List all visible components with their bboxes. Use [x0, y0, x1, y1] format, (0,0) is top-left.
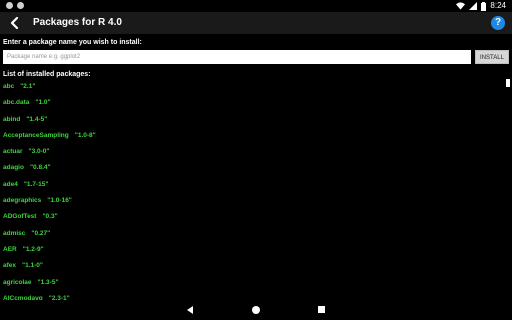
- package-name: adagio: [3, 164, 24, 172]
- package-name: afex: [3, 262, 17, 270]
- package-name: adegraphics: [3, 197, 42, 205]
- package-version: "1.4-5": [26, 115, 48, 123]
- settings-notification-icon: [6, 2, 13, 9]
- package-name: actuar: [3, 148, 23, 156]
- cellular-signal-icon: [469, 2, 478, 10]
- page-title: Packages for R 4.0: [33, 17, 122, 28]
- package-version: "1.0-8": [74, 131, 96, 139]
- package-version: "1.3-5": [37, 278, 59, 286]
- package-name: abind: [3, 115, 21, 123]
- list-item[interactable]: afex "1.1-0": [3, 258, 503, 274]
- package-name-input[interactable]: Package name e.g. ggplot2: [3, 50, 471, 64]
- package-version: "1.1-0": [22, 262, 43, 270]
- installed-packages-header: List of installed packages:: [3, 71, 91, 78]
- package-version: "0.3": [42, 213, 58, 221]
- list-item[interactable]: ade4 "1.7-15": [3, 177, 503, 193]
- package-name: abc: [3, 83, 15, 90]
- list-item[interactable]: abc "2.1": [3, 79, 503, 95]
- package-version: "2.1": [20, 83, 36, 90]
- package-name: AcceptanceSampling: [3, 131, 69, 139]
- app-notification-icon: [17, 2, 24, 9]
- nav-home-icon[interactable]: [252, 306, 260, 314]
- scrollbar-thumb[interactable]: [506, 79, 510, 87]
- back-arrow-icon[interactable]: [7, 15, 23, 31]
- status-icons-left: [6, 2, 24, 9]
- wifi-icon: [456, 2, 466, 10]
- nav-back-icon[interactable]: [186, 306, 194, 314]
- package-version: "0.8.4": [29, 164, 51, 172]
- list-item[interactable]: adagio "0.8.4": [3, 160, 503, 176]
- list-item[interactable]: actuar "3.0-0": [3, 144, 503, 160]
- status-bar: 8:24: [0, 0, 512, 12]
- list-item[interactable]: ADGofTest "0.3": [3, 209, 503, 225]
- package-name: ade4: [3, 180, 18, 188]
- install-prompt-label: Enter a package name you wish to install…: [3, 39, 142, 46]
- list-item[interactable]: abc.data "1.0": [3, 95, 503, 111]
- list-item[interactable]: abind "1.4-5": [3, 112, 503, 128]
- status-time: 8:24: [490, 1, 506, 10]
- list-item[interactable]: AER "1.2-9": [3, 242, 503, 258]
- package-name: abc.data: [3, 99, 30, 107]
- list-item[interactable]: agricolae "1.3-5": [3, 275, 503, 291]
- app-bar: Packages for R 4.0 ?: [0, 12, 512, 34]
- battery-icon: [481, 1, 487, 11]
- install-button[interactable]: INSTALL: [475, 50, 509, 64]
- package-version: "1.0-16": [47, 197, 72, 205]
- package-name: ADGofTest: [3, 213, 37, 221]
- list-item[interactable]: AcceptanceSampling "1.0-8": [3, 128, 503, 144]
- package-version: "3.0-0": [28, 148, 50, 156]
- status-icons-right: 8:24: [456, 1, 506, 11]
- navigation-bar: [0, 300, 512, 320]
- nav-recent-apps-icon[interactable]: [318, 306, 325, 313]
- help-icon[interactable]: ?: [491, 16, 505, 30]
- package-name: admisc: [3, 229, 26, 237]
- package-version: "1.7-15": [23, 180, 49, 188]
- package-name: AER: [3, 245, 17, 253]
- list-item[interactable]: adegraphics "1.0-16": [3, 193, 503, 209]
- list-item[interactable]: admisc "0.27": [3, 226, 503, 242]
- installed-packages-list[interactable]: abc "2.1" abc.data "1.0" abind "1.4-5" Accepta…: [3, 79, 503, 300]
- list-item[interactable]: AICcmodavg "2.3-1": [3, 291, 503, 300]
- package-version: "0.27": [31, 229, 51, 237]
- package-version: "1.2-9": [22, 245, 44, 253]
- package-version: "1.0": [35, 99, 51, 107]
- package-name: agricolae: [3, 278, 32, 286]
